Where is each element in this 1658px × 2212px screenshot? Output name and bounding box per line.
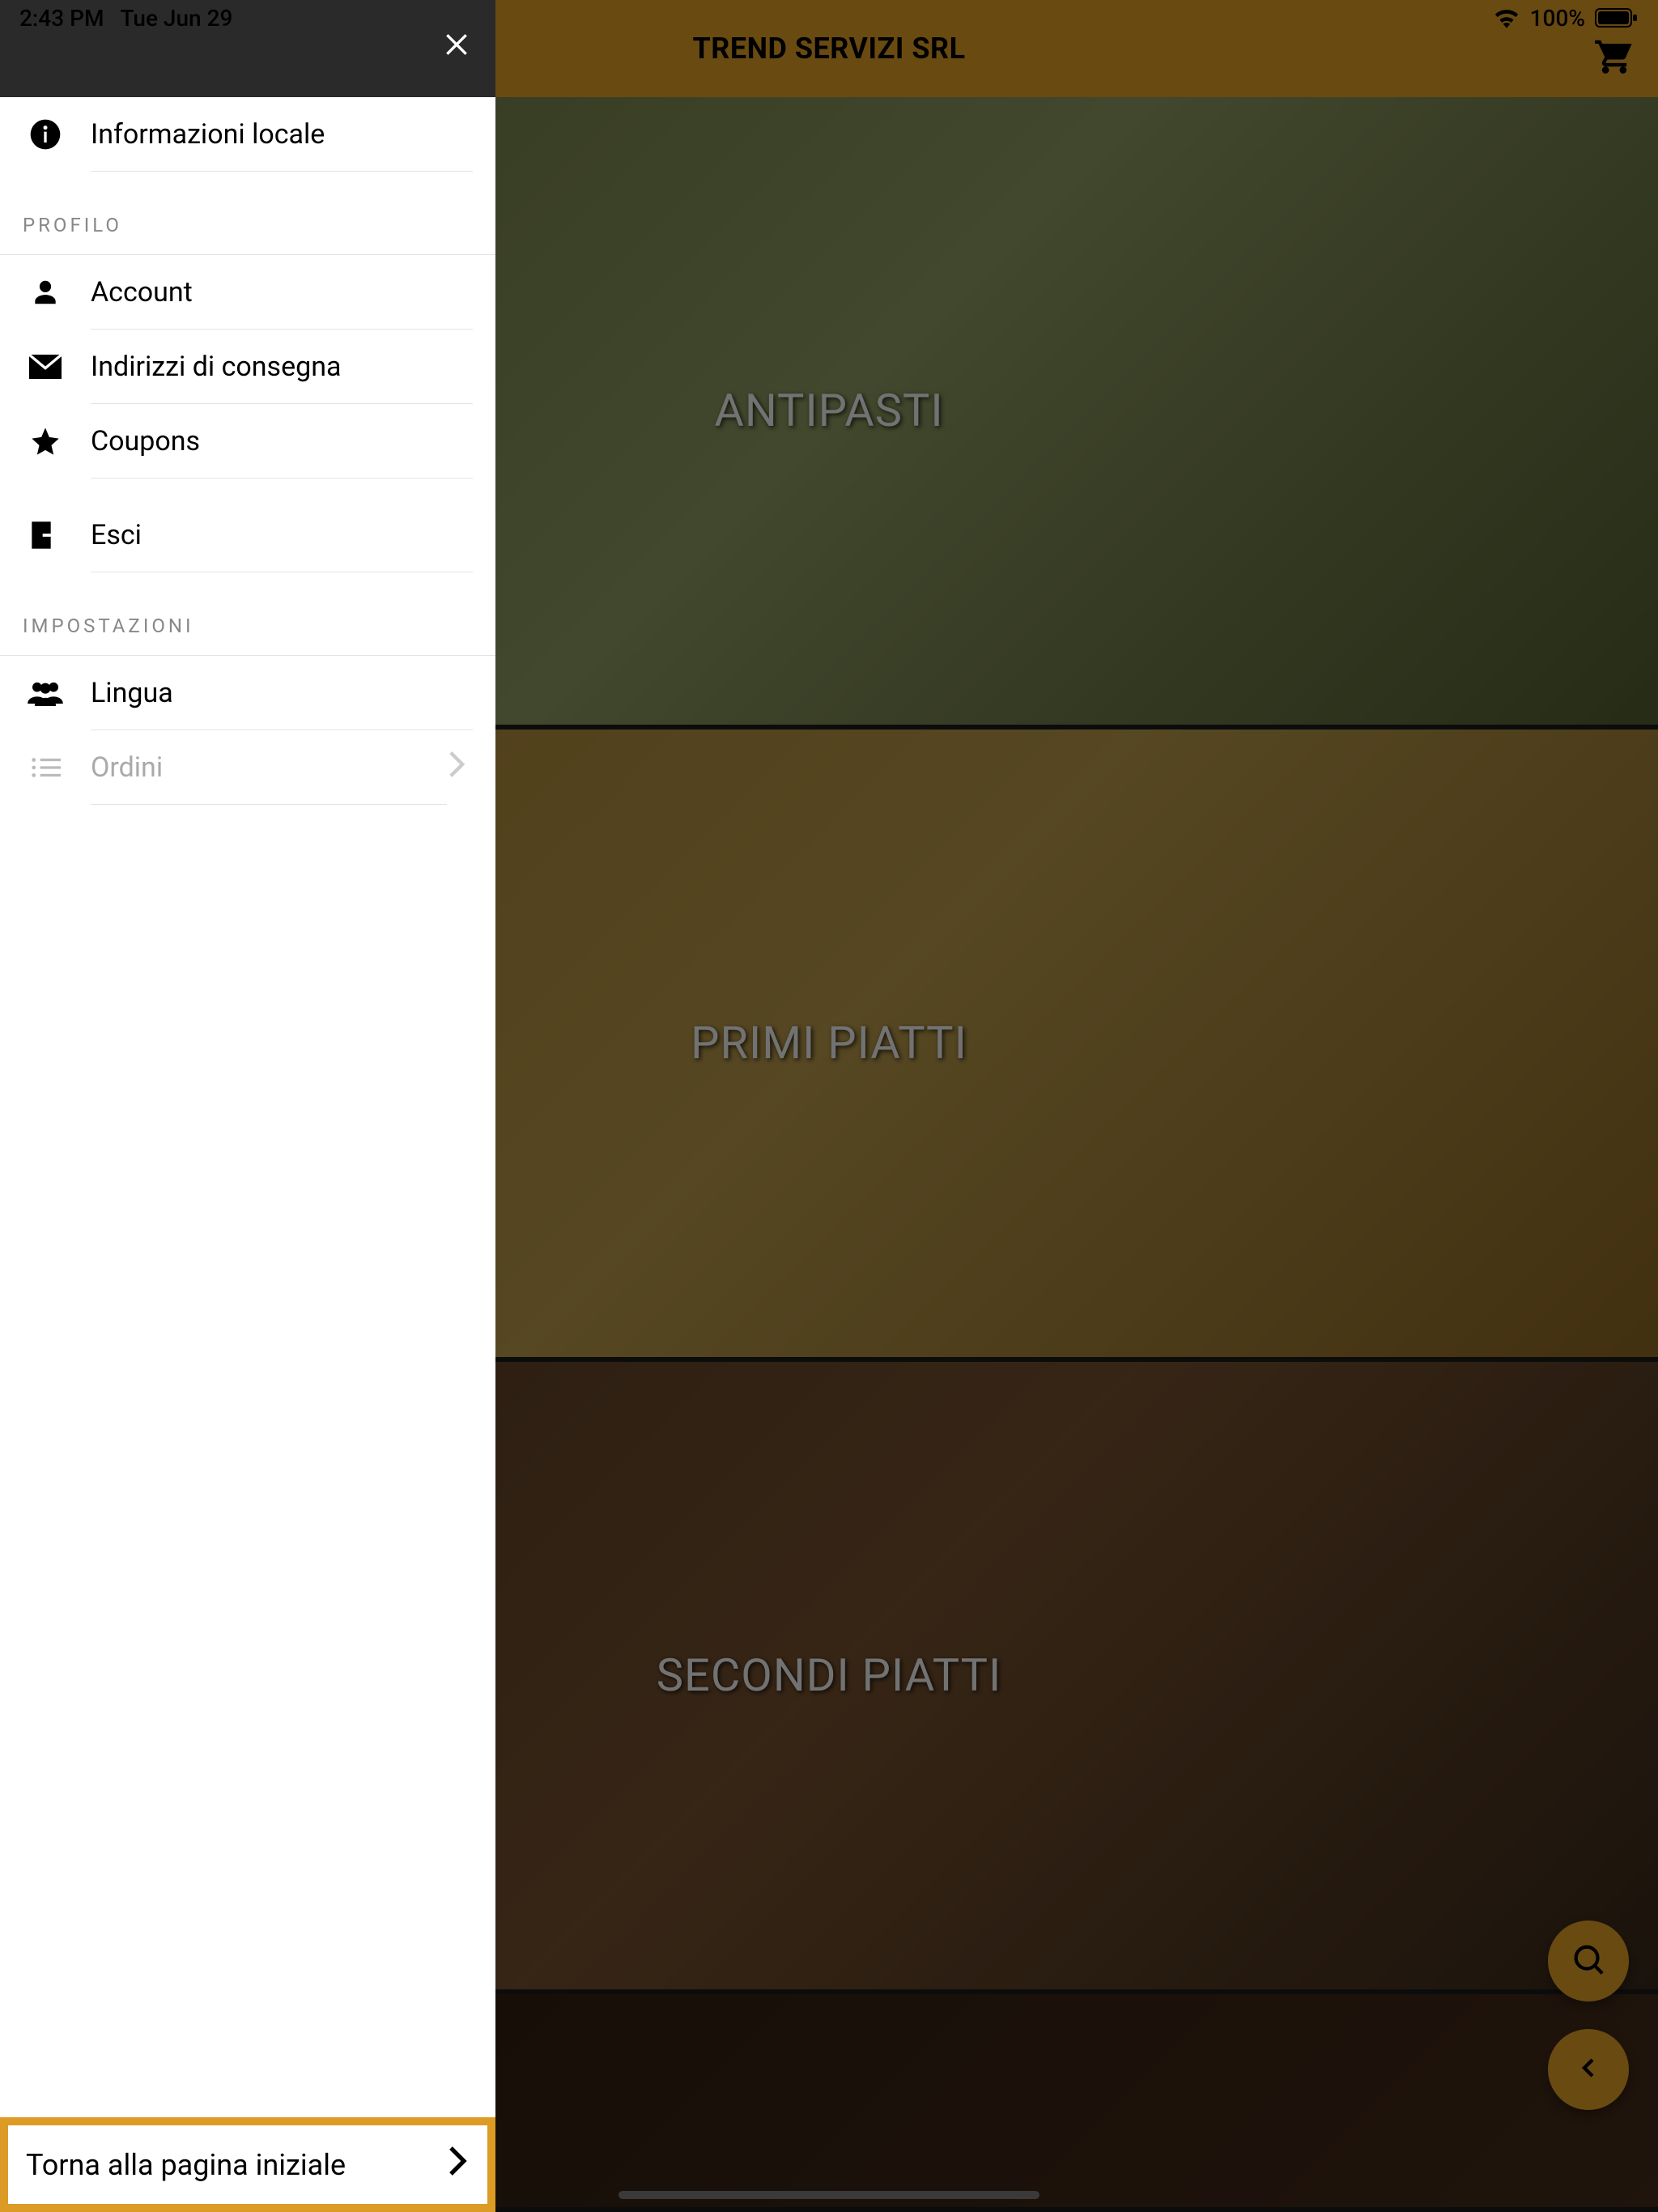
wifi-icon bbox=[1493, 7, 1520, 28]
status-bar: 2:43 PM Tue Jun 29 100% bbox=[0, 0, 1658, 36]
people-icon bbox=[23, 680, 68, 706]
star-icon bbox=[23, 425, 68, 457]
home-button-label: Torna alla pagina iniziale bbox=[26, 2148, 346, 2182]
chevron-right-icon bbox=[445, 2145, 470, 2184]
sidebar-drawer: Informazioni locale PROFILO Account Indi… bbox=[0, 0, 495, 2212]
sidebar-item-account[interactable]: Account bbox=[0, 255, 495, 330]
sidebar-content: Informazioni locale PROFILO Account Indi… bbox=[0, 97, 495, 2117]
status-battery-pct: 100% bbox=[1530, 5, 1585, 32]
sidebar-item-label: Informazioni locale bbox=[91, 97, 473, 172]
logout-icon bbox=[23, 519, 68, 551]
person-icon bbox=[23, 277, 68, 308]
mail-icon bbox=[23, 355, 68, 379]
home-button[interactable]: Torna alla pagina iniziale bbox=[8, 2125, 487, 2204]
sidebar-item-label: Ordini bbox=[91, 730, 447, 805]
sidebar-item-language[interactable]: Lingua bbox=[0, 656, 495, 730]
list-icon bbox=[23, 755, 68, 780]
status-date: Tue Jun 29 bbox=[120, 5, 232, 32]
section-header-settings: IMPOSTAZIONI bbox=[0, 582, 495, 656]
sidebar-item-addresses[interactable]: Indirizzi di consegna bbox=[0, 330, 495, 404]
sidebar-item-logout[interactable]: Esci bbox=[0, 498, 495, 572]
section-header-profile: PROFILO bbox=[0, 181, 495, 255]
sidebar-item-coupons[interactable]: Coupons bbox=[0, 404, 495, 479]
sidebar-item-label: Account bbox=[91, 255, 473, 330]
sidebar-item-label: Esci bbox=[91, 498, 473, 572]
sidebar-footer: Torna alla pagina iniziale bbox=[0, 2117, 495, 2212]
battery-icon bbox=[1595, 7, 1639, 28]
chevron-right-icon bbox=[447, 749, 473, 787]
status-time: 2:43 PM bbox=[19, 5, 104, 32]
sidebar-item-info[interactable]: Informazioni locale bbox=[0, 97, 495, 172]
sidebar-item-label: Lingua bbox=[91, 656, 473, 730]
info-icon bbox=[23, 118, 68, 151]
sidebar-item-orders[interactable]: Ordini bbox=[0, 730, 495, 805]
sidebar-item-label: Coupons bbox=[91, 404, 473, 479]
sidebar-item-label: Indirizzi di consegna bbox=[91, 330, 473, 404]
